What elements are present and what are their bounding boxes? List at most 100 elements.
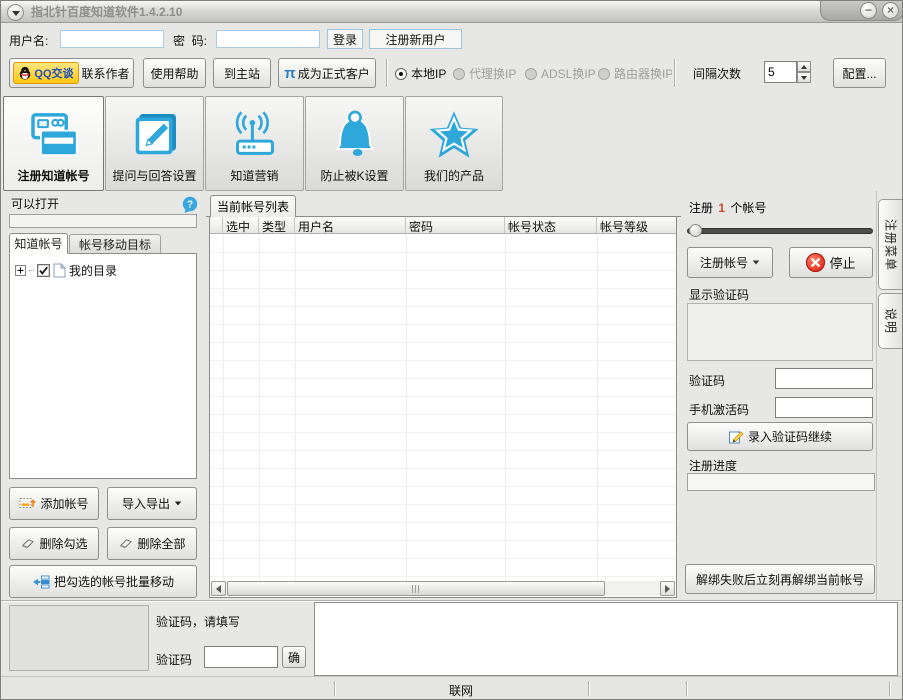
side-tab-register-menu[interactable]: 注册菜单: [878, 199, 903, 290]
row-selector-header: [210, 217, 223, 233]
batch-move-button[interactable]: 把勾选的帐号批量移动: [9, 565, 197, 598]
col-type[interactable]: 类型: [259, 217, 295, 233]
radio-adsl-ip[interactable]: ADSL换IP: [525, 65, 596, 82]
router-signal-icon: [227, 107, 283, 163]
qq-penguin-icon: [18, 66, 32, 80]
stop-button[interactable]: 停止: [789, 247, 873, 278]
svg-text:?: ?: [187, 200, 193, 211]
add-account-button[interactable]: 添加帐号: [9, 487, 99, 520]
table-hscrollbar[interactable]: [211, 581, 675, 596]
bell-icon: [327, 107, 383, 163]
grip-icon: [412, 585, 421, 593]
tree-expand-icon[interactable]: [15, 265, 26, 276]
captcha-display-box: [687, 303, 873, 361]
bottom-captcha-input[interactable]: [204, 646, 278, 668]
config-button[interactable]: 配置...: [833, 58, 886, 88]
star-icon: [426, 107, 482, 163]
contact-author-label: 联系作者: [82, 65, 130, 82]
toolbar-separator: [674, 59, 676, 87]
qq-chat-label: QQ交谈: [34, 65, 73, 81]
checkbox-checked-icon[interactable]: [37, 264, 50, 277]
captcha-input[interactable]: [775, 368, 873, 389]
tree-root-row[interactable]: 我的目录: [15, 262, 117, 279]
tab-register-accounts[interactable]: 注册知道帐号: [3, 96, 104, 191]
eraser-icon: [20, 536, 35, 551]
subtab-account-move-target[interactable]: 帐号移动目标: [69, 234, 161, 254]
toolbar-separator: [386, 59, 388, 87]
username-input[interactable]: [60, 30, 164, 48]
arrow-left-icon: [216, 585, 221, 593]
radio-proxy-ip[interactable]: 代理换IP: [453, 65, 516, 82]
edit-pencil-icon: [728, 429, 744, 445]
account-cards-icon: [26, 107, 82, 163]
spinner-up-button[interactable]: [797, 61, 811, 72]
help-bubble-icon[interactable]: ?: [181, 196, 199, 214]
app-window: 指北针百度知道软件1.4.2.10 − × 用户名: 密 码: 登录 注册新用户: [0, 0, 903, 700]
register-new-user-button[interactable]: 注册新用户: [369, 29, 462, 49]
confirm-button[interactable]: 确: [282, 646, 306, 668]
col-selected[interactable]: 选中: [223, 217, 259, 233]
slider-thumb[interactable]: [689, 224, 702, 237]
tree-connector: [29, 270, 34, 271]
enter-captcha-continue-button[interactable]: 录入验证码继续: [687, 422, 873, 451]
register-count-title: 注册 1 个帐号: [689, 199, 766, 216]
minimize-button[interactable]: −: [860, 2, 877, 19]
can-open-label: 可以打开: [11, 195, 59, 212]
stop-icon: [806, 253, 825, 272]
col-status[interactable]: 帐号状态: [505, 217, 597, 233]
delete-all-button[interactable]: 删除全部: [107, 527, 197, 560]
window-controls: − ×: [820, 1, 903, 21]
col-level[interactable]: 帐号等级: [597, 217, 676, 233]
captcha-label: 验证码: [689, 372, 725, 389]
spinner-down-button[interactable]: [797, 72, 811, 83]
side-tab-instructions[interactable]: 说明: [878, 293, 903, 349]
col-username[interactable]: 用户名: [295, 217, 406, 233]
tab-marketing[interactable]: 知道营销: [205, 96, 304, 191]
main-site-button[interactable]: 到主站: [213, 58, 271, 88]
phone-activation-input[interactable]: [775, 397, 873, 418]
move-list-icon: [32, 574, 50, 590]
contact-author-button[interactable]: QQ交谈 联系作者: [9, 58, 134, 88]
pi-icon: π: [284, 65, 295, 82]
arrow-up-icon: [801, 65, 807, 69]
account-table[interactable]: 选中 类型 用户名 密码 帐号状态 帐号等级: [209, 217, 677, 598]
username-label: 用户名:: [9, 32, 48, 49]
subtab-know-accounts[interactable]: 知道帐号: [9, 233, 68, 254]
radio-local-ip[interactable]: 本地IP: [395, 65, 446, 82]
register-count-value: 1: [718, 201, 725, 215]
close-button[interactable]: ×: [882, 2, 899, 19]
log-output-box[interactable]: [314, 602, 898, 676]
tab-anti-ban-settings[interactable]: 防止被K设置: [305, 96, 404, 191]
radio-router-ip[interactable]: 路由器换IP: [598, 65, 672, 82]
scroll-right-button[interactable]: [660, 581, 675, 596]
window-menu-button[interactable]: [7, 4, 24, 21]
unbind-retry-button[interactable]: 解绑失败后立刻再解绑当前帐号: [685, 564, 875, 594]
import-export-button[interactable]: 导入导出: [107, 487, 197, 520]
current-accounts-tab[interactable]: 当前帐号列表: [210, 195, 296, 217]
account-count-slider[interactable]: [687, 224, 873, 238]
arrow-down-icon: [801, 76, 807, 80]
col-password[interactable]: 密码: [406, 217, 505, 233]
scroll-thumb[interactable]: [227, 581, 605, 596]
delete-checked-button[interactable]: 删除勾选: [9, 527, 99, 560]
status-bar: 联网: [1, 676, 903, 699]
password-input[interactable]: [216, 30, 320, 48]
become-customer-button[interactable]: π 成为正式客户: [278, 58, 376, 88]
slider-track: [687, 228, 873, 234]
interval-input[interactable]: [764, 61, 797, 83]
register-account-button[interactable]: 注册帐号: [687, 247, 773, 278]
arrow-right-icon: [665, 585, 670, 593]
window-title: 指北针百度知道软件1.4.2.10: [31, 1, 182, 23]
scroll-left-button[interactable]: [211, 581, 226, 596]
login-button[interactable]: 登录: [327, 29, 363, 49]
radio-dot-icon: [598, 68, 610, 80]
account-tree[interactable]: 我的目录: [9, 253, 197, 479]
help-button[interactable]: 使用帮助: [143, 58, 206, 88]
qq-chat-badge[interactable]: QQ交谈: [13, 62, 78, 84]
tab-our-products[interactable]: 我们的产品: [405, 96, 503, 191]
tab-question-answer-settings[interactable]: 提问与回答设置: [105, 96, 204, 191]
table-body[interactable]: [210, 235, 676, 581]
scroll-track[interactable]: [226, 581, 660, 596]
title-bar: 指北针百度知道软件1.4.2.10 − ×: [1, 1, 903, 23]
add-card-icon: [19, 496, 36, 511]
